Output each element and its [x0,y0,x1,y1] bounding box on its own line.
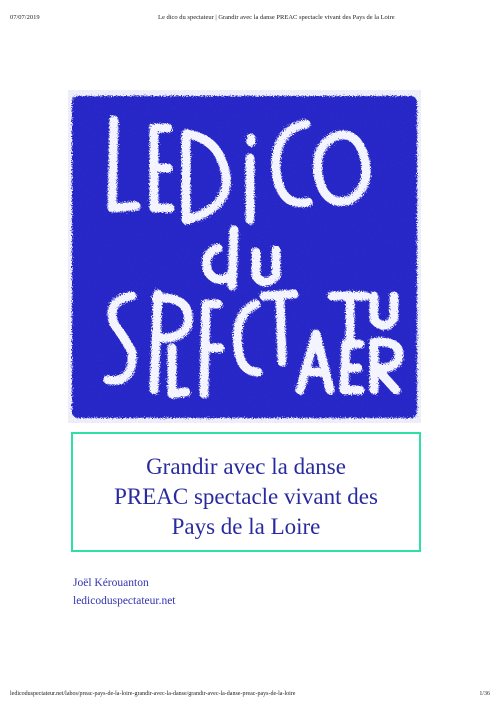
author-name: Joël Kérouanton [73,577,149,589]
page-number: 1/36 [479,691,490,697]
site-link[interactable]: ledicoduspectateur.net [73,592,176,610]
title-line-2: PREAC spectacle vivant des [114,484,378,509]
print-url: ledicoduspectateur.net/labos/preac-pays-… [10,691,296,697]
cover-logo-image [72,96,417,418]
cover-logo [68,90,421,423]
print-header: 07/07/2019 Le dico du spectateur | Grand… [10,14,490,24]
print-doc-title: Le dico du spectateur | Grandir avec la … [158,14,395,21]
title-line-3: Pays de la Loire [171,514,321,539]
print-footer: ledicoduspectateur.net/labos/preac-pays-… [10,691,490,701]
title-line-1: Grandir avec la danse [146,454,346,479]
print-date: 07/07/2019 [10,14,40,21]
title-box: Grandir avec la danse PREAC spectacle vi… [71,432,421,552]
meta-block: Joël Kérouanton ledicoduspectateur.net [73,574,176,610]
